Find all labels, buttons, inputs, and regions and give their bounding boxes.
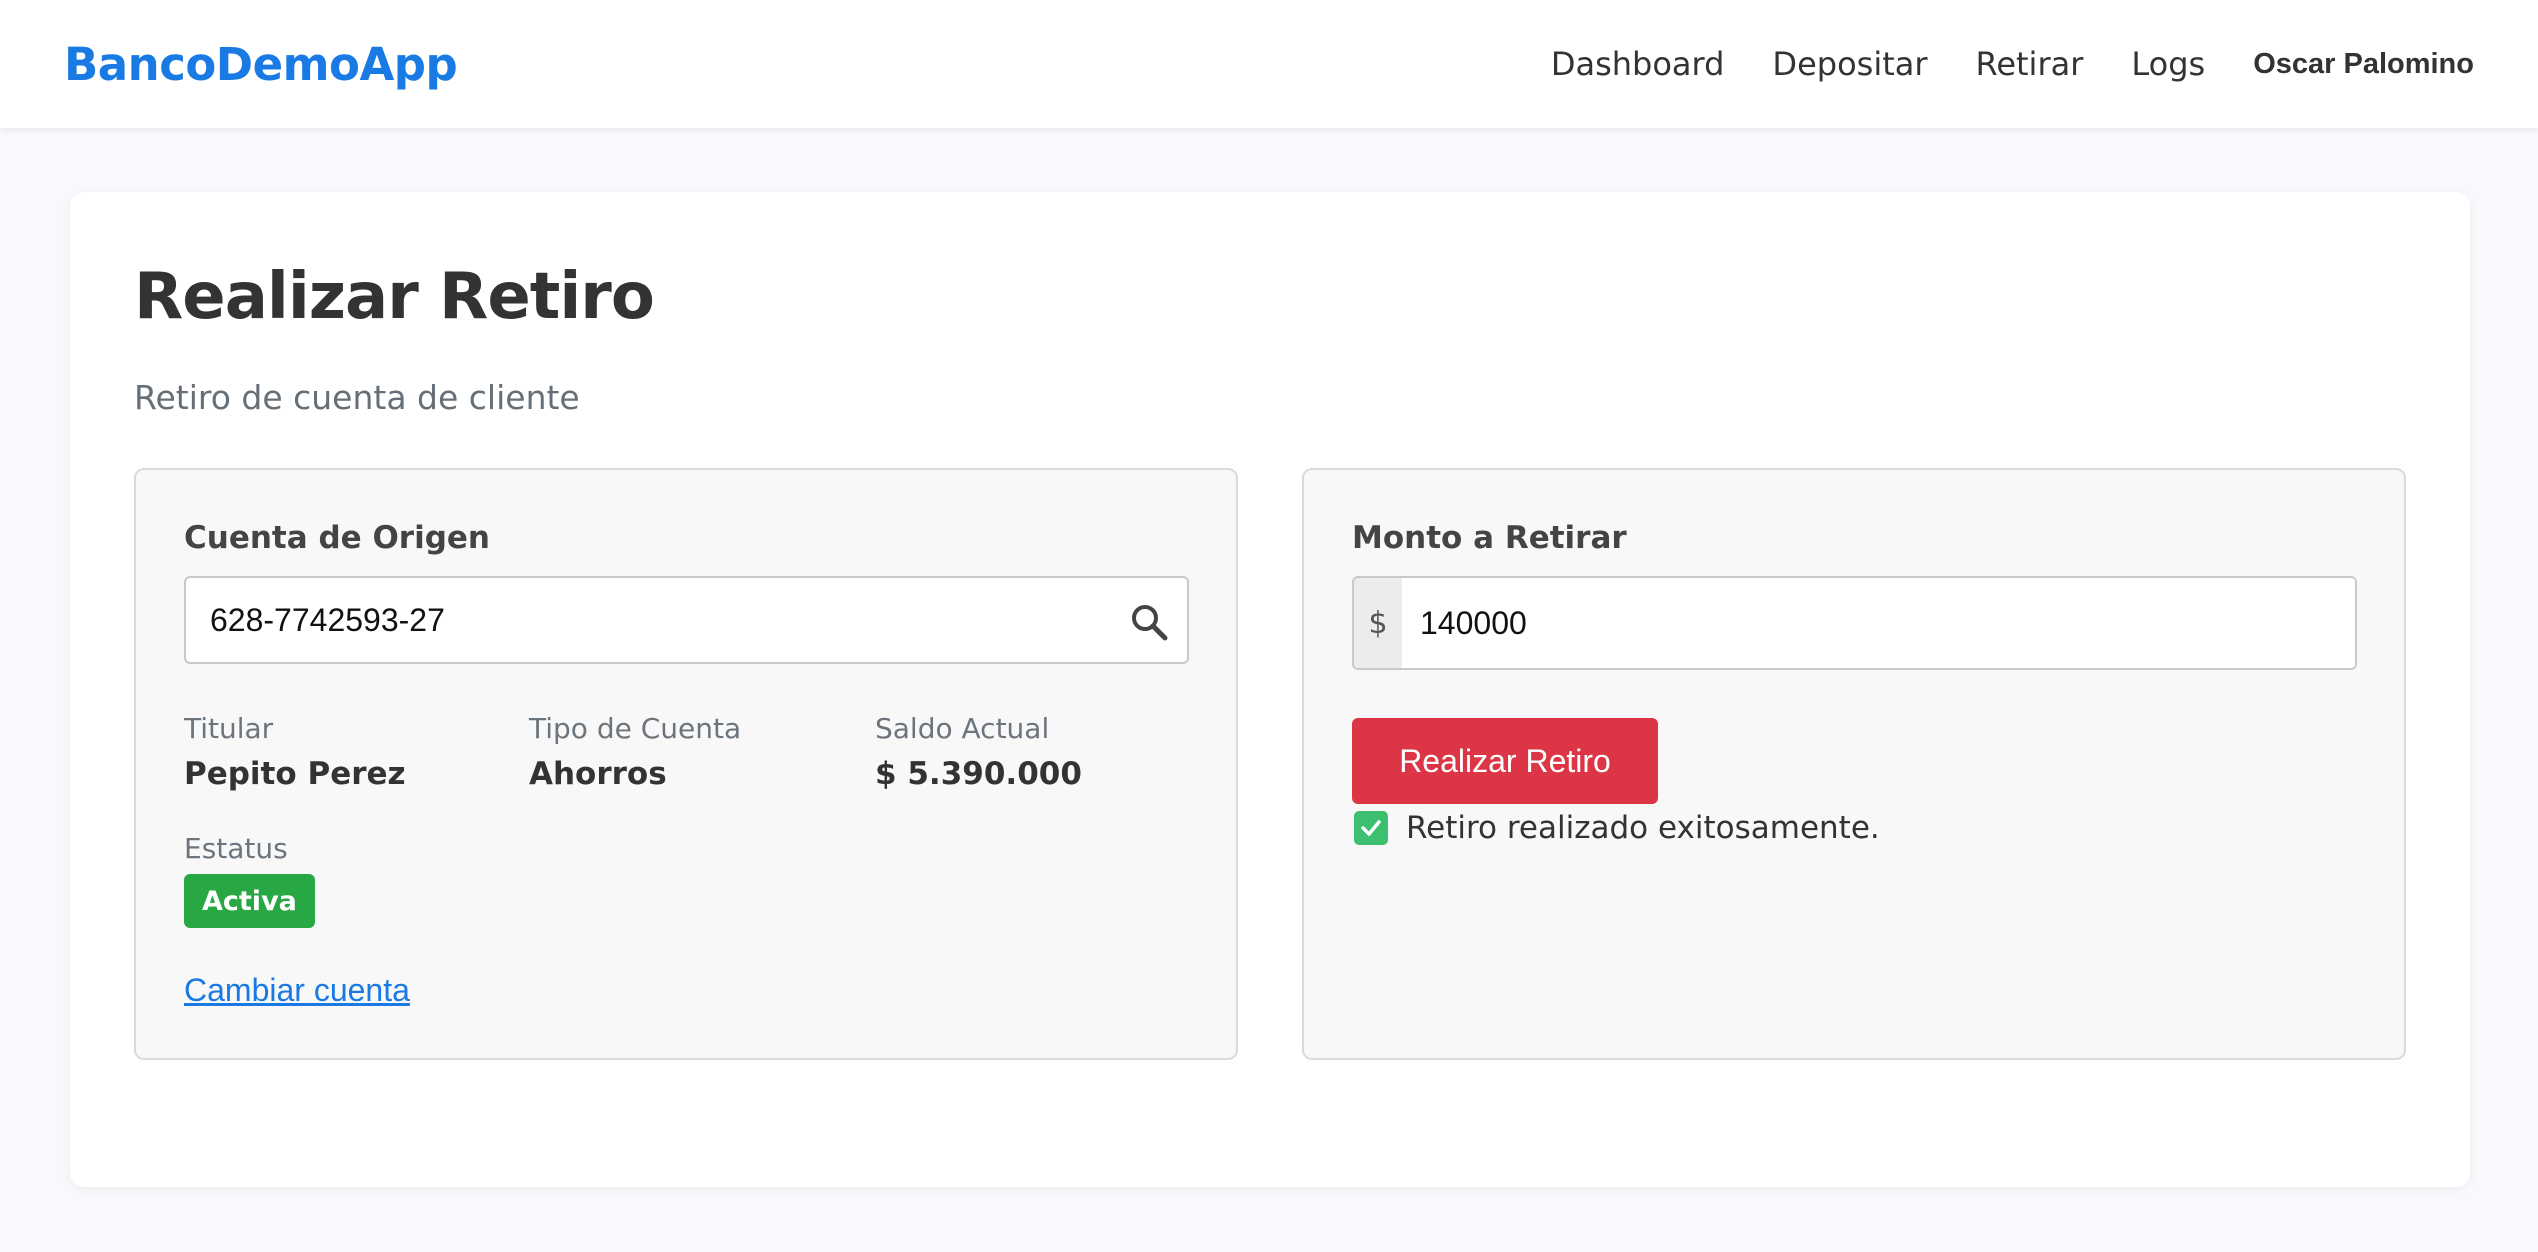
brand-logo[interactable]: BancoDemoApp: [64, 38, 458, 91]
amount-label: Monto a Retirar: [1352, 520, 1627, 556]
status-label: Estatus: [184, 832, 288, 865]
amount-input[interactable]: [1402, 578, 2355, 668]
withdraw-amount-panel: Monto a Retirar $ Realizar Retiro Retiro…: [1302, 468, 2406, 1060]
account-type-value: Ahorros: [529, 756, 667, 792]
currency-addon: $: [1354, 578, 1402, 668]
holder-value: Pepito Perez: [184, 756, 406, 792]
nav-link-logs[interactable]: Logs: [2131, 45, 2205, 83]
check-icon: [1354, 811, 1388, 845]
account-search-box: [184, 576, 1189, 664]
withdraw-button[interactable]: Realizar Retiro: [1352, 718, 1658, 804]
change-account-link[interactable]: Cambiar cuenta: [184, 972, 410, 1009]
user-name[interactable]: Oscar Palomino: [2253, 48, 2474, 81]
success-text: Retiro realizado exitosamente.: [1406, 810, 1880, 846]
page-title: Realizar Retiro: [134, 260, 655, 334]
success-message: Retiro realizado exitosamente.: [1354, 810, 1880, 846]
status-badge: Activa: [184, 874, 315, 928]
account-number-input[interactable]: [186, 578, 1106, 662]
origin-account-label: Cuenta de Origen: [184, 520, 491, 556]
page-subtitle: Retiro de cuenta de cliente: [134, 378, 580, 417]
amount-input-group: $: [1352, 576, 2357, 670]
nav-links: Dashboard Depositar Retirar Logs Oscar P…: [1503, 45, 2474, 83]
account-type-label: Tipo de Cuenta: [529, 712, 742, 745]
nav-link-depositar[interactable]: Depositar: [1772, 45, 1927, 83]
holder-label: Titular: [184, 712, 274, 745]
main-card: Realizar Retiro Retiro de cuenta de clie…: [70, 192, 2470, 1187]
balance-label: Saldo Actual: [875, 712, 1050, 745]
nav-link-dashboard[interactable]: Dashboard: [1551, 45, 1725, 83]
search-icon[interactable]: [1129, 602, 1169, 642]
navbar: BancoDemoApp Dashboard Depositar Retirar…: [0, 0, 2538, 128]
balance-value: $ 5.390.000: [875, 756, 1082, 792]
nav-link-retirar[interactable]: Retirar: [1976, 45, 2084, 83]
origin-account-panel: Cuenta de Origen Titular Pepito Perez Ti…: [134, 468, 1238, 1060]
